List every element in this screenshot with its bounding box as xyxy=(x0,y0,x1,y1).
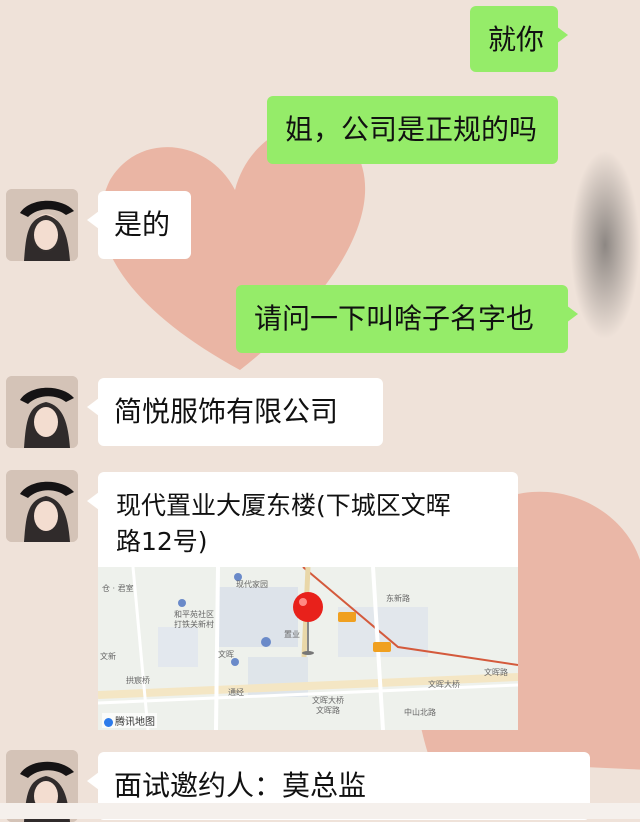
map-label: 仓 · 君室 xyxy=(102,584,134,593)
outgoing-message[interactable]: 请问一下叫啥子名字也 xyxy=(236,285,578,353)
smudge-decoration xyxy=(570,150,640,340)
map-label: 置业 xyxy=(284,630,300,639)
map-graphic xyxy=(98,567,518,730)
message-text: 面试邀约人：莫总监 xyxy=(114,769,367,802)
map-label: 打铁关新村 xyxy=(174,620,214,629)
outgoing-message[interactable]: 姐，公司是正规的吗 xyxy=(267,96,558,164)
avatar[interactable] xyxy=(6,376,78,448)
tencent-map-icon xyxy=(104,717,113,727)
location-title-line2: 路12号) xyxy=(116,527,208,556)
map-label: 文晖路 xyxy=(484,668,508,677)
location-title-line1: 现代置业大厦东楼(下城区文晖 xyxy=(116,491,451,520)
location-map[interactable]: 仓 · 君室 现代家园 和平苑社区 打铁关新村 置业 文晖 文新 拱宸桥 通经 … xyxy=(98,567,518,730)
map-label: 东新路 xyxy=(386,594,410,603)
map-label: 现代家园 xyxy=(236,580,268,589)
message-text: 姐，公司是正规的吗 xyxy=(285,113,538,146)
avatar[interactable] xyxy=(6,189,78,261)
outgoing-message[interactable]: 就你 xyxy=(470,6,568,72)
map-label: 拱宸桥 xyxy=(126,676,150,685)
avatar[interactable] xyxy=(6,470,78,542)
map-brand-label: 腾讯地图 xyxy=(115,717,155,728)
message-text: 就你 xyxy=(488,23,545,56)
message-text: 简悦服饰有限公司 xyxy=(114,395,339,428)
map-label: 文晖 xyxy=(218,650,234,659)
map-label: 通经 xyxy=(228,688,244,697)
map-label: 文晖路 xyxy=(316,706,340,715)
map-label: 中山北路 xyxy=(404,708,436,717)
map-label: 文新 xyxy=(100,652,116,661)
bottom-edge xyxy=(0,803,640,819)
map-brand-logo: 腾讯地图 xyxy=(102,713,157,728)
message-text: 请问一下叫啥子名字也 xyxy=(254,302,535,335)
map-label: 文晖大桥 xyxy=(428,680,460,689)
incoming-message[interactable]: 是的 xyxy=(87,191,191,259)
message-text: 是的 xyxy=(114,208,171,241)
incoming-message[interactable]: 简悦服饰有限公司 xyxy=(87,378,383,446)
